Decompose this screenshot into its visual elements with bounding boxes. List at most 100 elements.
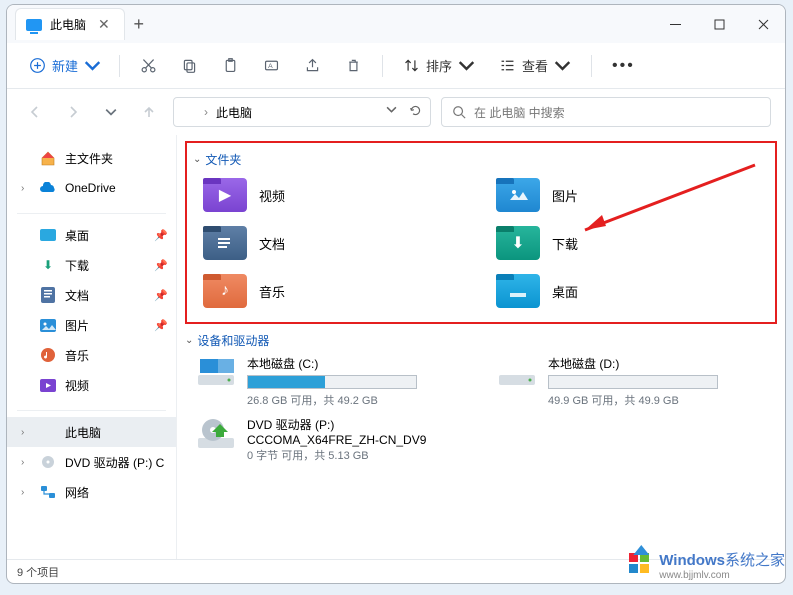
drive-name: 本地磁盘 (C:) — [247, 355, 476, 372]
forward-button[interactable] — [59, 98, 87, 126]
music-icon: ♪ — [203, 274, 247, 308]
this-pc-icon — [39, 424, 57, 440]
status-bar: 9 个项目 — [7, 559, 785, 583]
drive-name: DVD 驱动器 (P:) — [247, 416, 476, 433]
this-pc-icon — [182, 107, 196, 118]
desktop-icon — [496, 274, 540, 308]
trash-icon — [345, 57, 362, 74]
paste-button[interactable] — [212, 53, 249, 78]
drive-space: 49.9 GB 可用，共 49.9 GB — [548, 392, 777, 408]
cut-button[interactable] — [130, 53, 167, 78]
view-button[interactable]: 查看 — [489, 52, 581, 79]
folder-pictures[interactable]: 图片 — [496, 174, 769, 216]
drive-space: 0 字节 可用，共 5.13 GB — [247, 447, 476, 463]
chevron-down-icon — [84, 57, 101, 74]
folder-documents[interactable]: 文档 — [203, 222, 476, 264]
tab-close-button[interactable]: ✕ — [94, 16, 114, 33]
search-icon — [452, 105, 466, 119]
delete-button[interactable] — [335, 53, 372, 78]
sidebar-network[interactable]: › 网络 — [7, 477, 176, 507]
drive-icon — [496, 355, 538, 391]
folders-section-header[interactable]: ⌄ 文件夹 — [193, 151, 769, 168]
folder-music[interactable]: ♪音乐 — [203, 270, 476, 312]
copy-button[interactable] — [171, 53, 208, 78]
search-box[interactable]: 在 此电脑 中搜索 — [441, 97, 771, 127]
annotation-highlight: ⌄ 文件夹 ▶视频 图片 文档 ⬇下载 ♪音乐 桌面 — [185, 141, 777, 324]
dvd-icon — [39, 454, 57, 470]
dvd-drive-icon — [195, 416, 237, 452]
pin-icon: 📌 — [154, 259, 168, 272]
item-count: 9 个项目 — [17, 564, 59, 580]
sidebar-home[interactable]: 主文件夹 — [7, 143, 176, 173]
sidebar-downloads[interactable]: ⬇ 下载📌 — [7, 250, 176, 280]
rename-icon: A — [263, 57, 280, 74]
sidebar-dvd[interactable]: › DVD 驱动器 (P:) C — [7, 447, 176, 477]
folder-videos[interactable]: ▶视频 — [203, 174, 476, 216]
picture-icon — [496, 178, 540, 212]
music-icon — [39, 347, 57, 363]
explorer-window: 此电脑 ✕ + 新建 A 排序 查看 — [6, 4, 786, 584]
toolbar: 新建 A 排序 查看 ••• — [7, 43, 785, 89]
drive-d[interactable]: 本地磁盘 (D:) 49.9 GB 可用，共 49.9 GB — [496, 355, 777, 408]
chevron-down-icon — [554, 57, 571, 74]
folder-desktop[interactable]: 桌面 — [496, 270, 769, 312]
maximize-button[interactable] — [697, 8, 741, 40]
address-dropdown[interactable] — [386, 104, 397, 120]
minimize-button[interactable] — [653, 8, 697, 40]
drive-space: 26.8 GB 可用，共 49.2 GB — [247, 392, 476, 408]
refresh-button[interactable] — [409, 104, 422, 120]
svg-text:A: A — [268, 63, 273, 70]
folder-downloads[interactable]: ⬇下载 — [496, 222, 769, 264]
video-icon: ▶ — [203, 178, 247, 212]
recent-dropdown[interactable] — [97, 98, 125, 126]
tab-title: 此电脑 — [50, 16, 86, 33]
new-button[interactable]: 新建 — [21, 52, 109, 79]
sidebar-desktop[interactable]: 桌面📌 — [7, 220, 176, 250]
download-icon: ⬇ — [39, 257, 57, 273]
drive-icon — [195, 355, 237, 391]
drive-capacity-bar — [548, 375, 718, 389]
more-button[interactable]: ••• — [602, 53, 645, 79]
share-button[interactable] — [294, 53, 331, 78]
sidebar-music[interactable]: 音乐 — [7, 340, 176, 370]
pin-icon: 📌 — [154, 229, 168, 242]
plus-circle-icon — [29, 57, 46, 74]
address-location: 此电脑 — [216, 104, 252, 121]
copy-icon — [181, 57, 198, 74]
chevron-right-icon: › — [204, 105, 208, 119]
back-button[interactable] — [21, 98, 49, 126]
titlebar: 此电脑 ✕ + — [7, 5, 785, 43]
devices-section-header[interactable]: ⌄ 设备和驱动器 — [185, 332, 777, 349]
rename-button[interactable]: A — [253, 53, 290, 78]
sidebar-pictures[interactable]: 图片📌 — [7, 310, 176, 340]
sidebar-onedrive[interactable]: › OneDrive — [7, 173, 176, 203]
network-icon — [39, 484, 57, 500]
video-icon — [39, 377, 57, 393]
chevron-down-icon — [458, 57, 475, 74]
clipboard-icon — [222, 57, 239, 74]
up-button[interactable] — [135, 98, 163, 126]
this-pc-icon — [26, 19, 42, 31]
drive-dvd[interactable]: DVD 驱动器 (P:) CCCOMA_X64FRE_ZH-CN_DV9 0 字… — [195, 416, 476, 463]
document-icon — [39, 287, 57, 303]
sort-label: 排序 — [426, 56, 452, 75]
pin-icon: 📌 — [154, 289, 168, 302]
pin-icon: 📌 — [154, 319, 168, 332]
scissors-icon — [140, 57, 157, 74]
sidebar-videos[interactable]: 视频 — [7, 370, 176, 400]
share-icon — [304, 57, 321, 74]
close-button[interactable] — [741, 8, 785, 40]
sidebar-documents[interactable]: 文档📌 — [7, 280, 176, 310]
download-icon: ⬇ — [496, 226, 540, 260]
picture-icon — [39, 317, 57, 333]
window-tab[interactable]: 此电脑 ✕ — [15, 8, 125, 40]
home-icon — [39, 150, 57, 166]
sidebar-this-pc[interactable]: › 此电脑 — [7, 417, 176, 447]
sidebar: 主文件夹 › OneDrive 桌面📌 ⬇ 下载📌 文档📌 — [7, 135, 177, 559]
main-content: ⌄ 文件夹 ▶视频 图片 文档 ⬇下载 ♪音乐 桌面 ⌄ 设备和驱动器 — [177, 135, 785, 559]
new-tab-button[interactable]: + — [125, 14, 153, 35]
sort-button[interactable]: 排序 — [393, 52, 485, 79]
drive-capacity-bar — [247, 375, 417, 389]
drive-c[interactable]: 本地磁盘 (C:) 26.8 GB 可用，共 49.2 GB — [195, 355, 476, 408]
address-bar[interactable]: › 此电脑 — [173, 97, 431, 127]
